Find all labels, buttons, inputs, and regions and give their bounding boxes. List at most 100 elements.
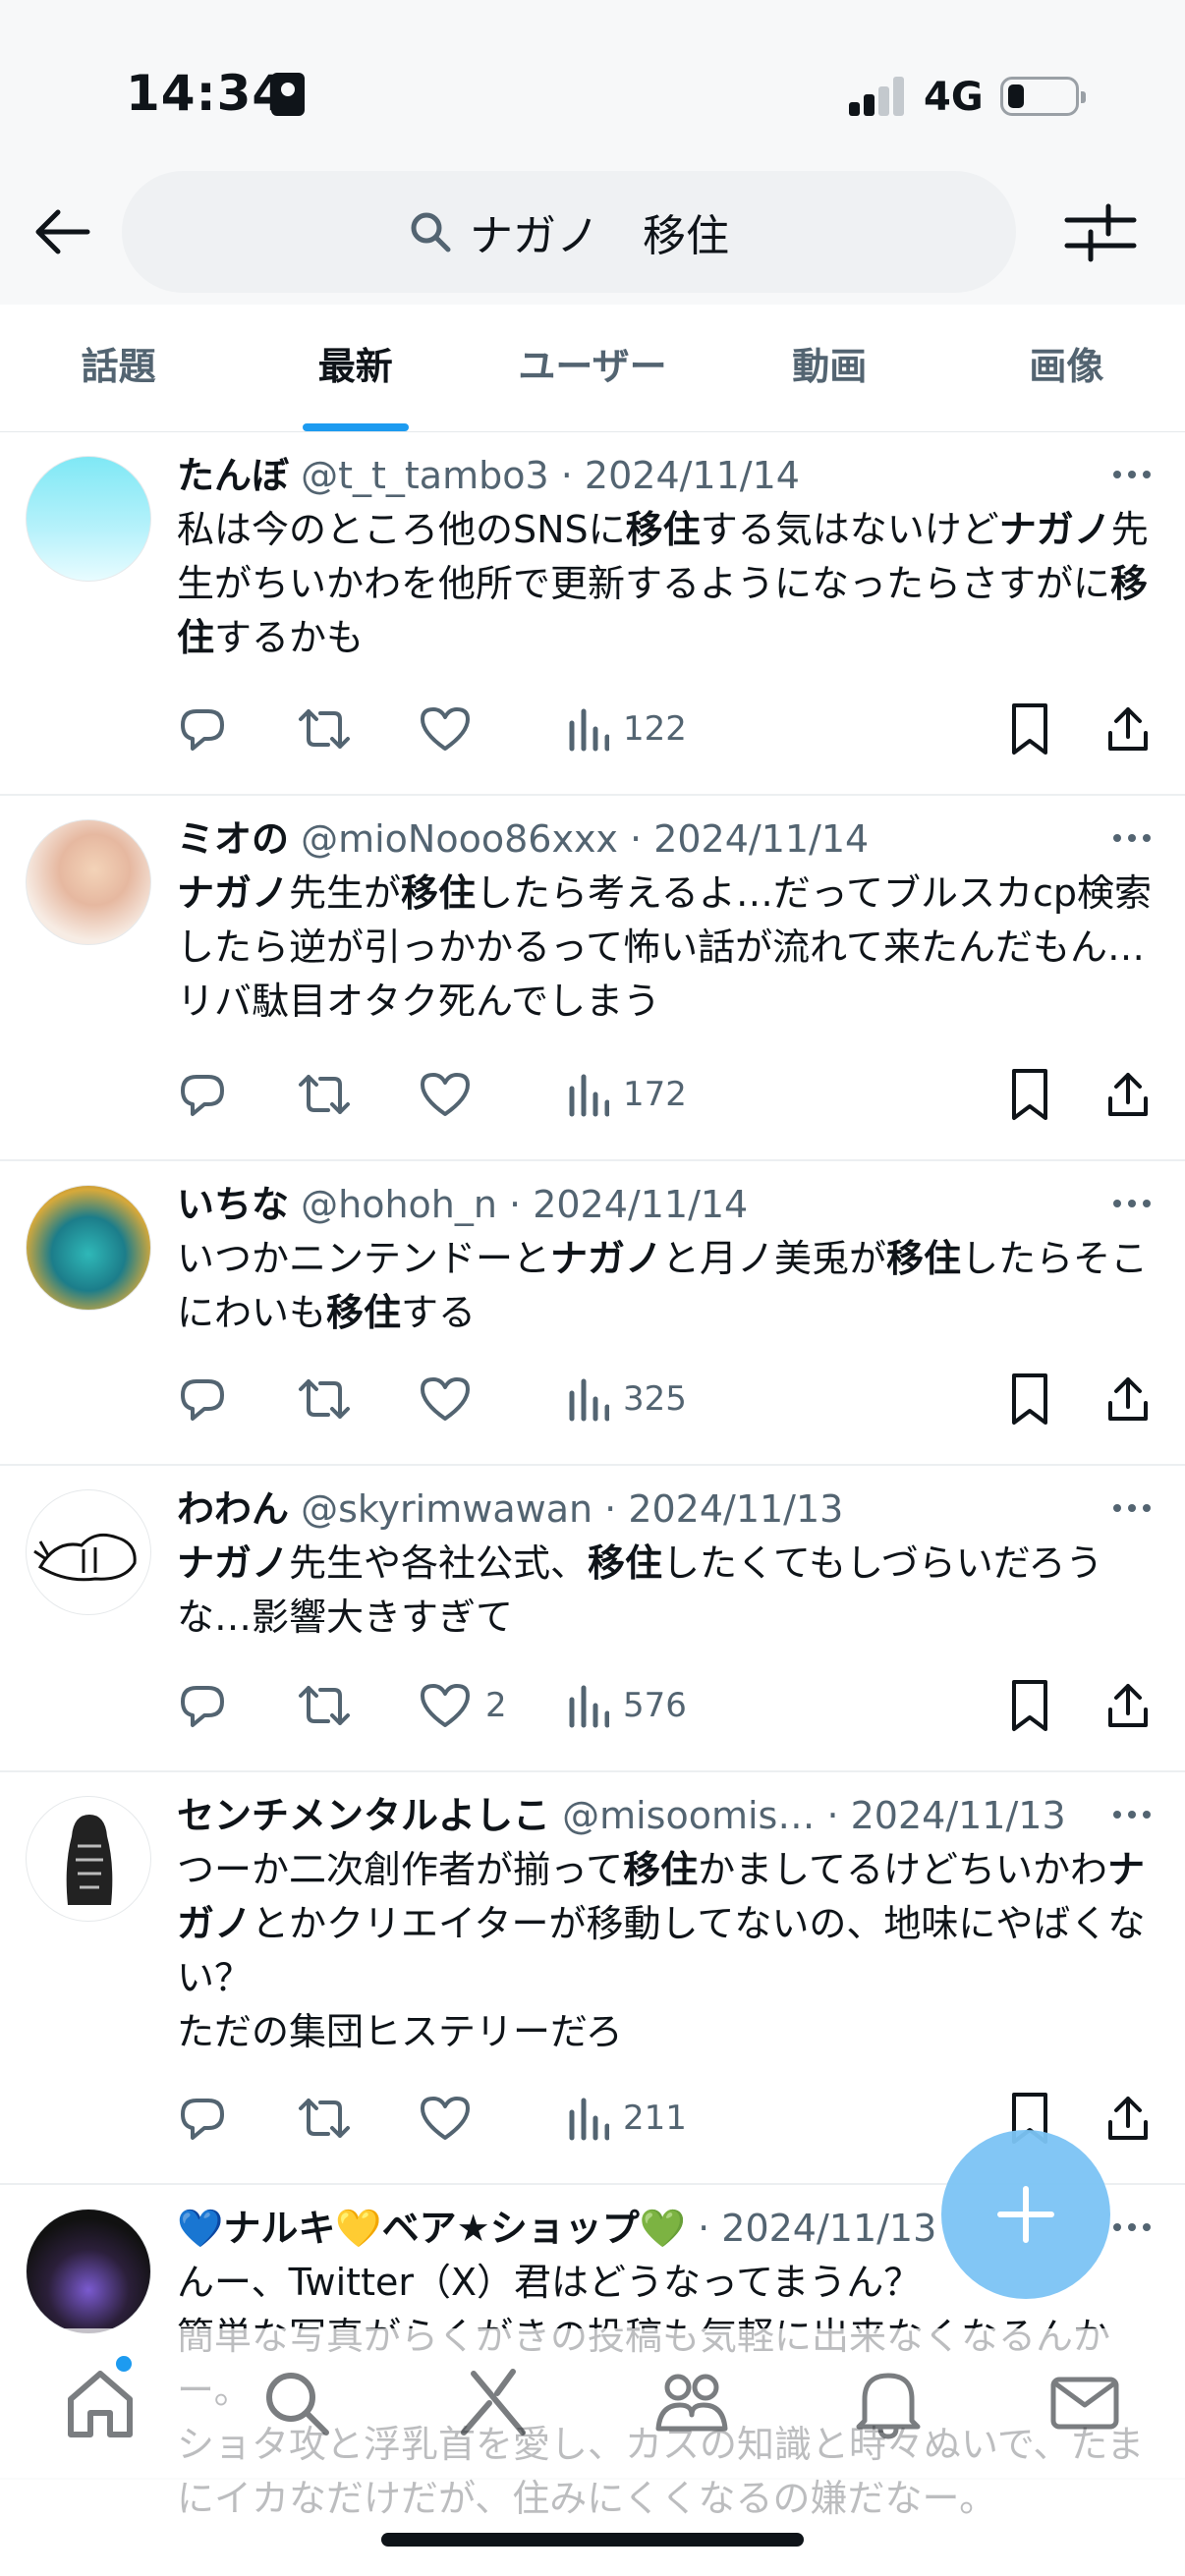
tweet-date: 2024/11/13 [850,1794,1066,1837]
reply-button[interactable] [177,2089,228,2148]
tweet-display-name[interactable]: わわん [177,1487,289,1531]
tweet-display-name[interactable]: たんぼ [177,454,289,497]
nav-grok[interactable] [454,2364,533,2442]
retweet-button[interactable] [297,1676,352,1735]
tweet-date: 2024/11/14 [653,817,870,861]
views-button[interactable]: 576 [566,1676,687,1735]
tweet-handle[interactable]: @skyrimwawan [301,1487,592,1531]
view-count: 172 [623,1075,687,1114]
more-options-button[interactable] [1112,1503,1152,1513]
tweet-display-name[interactable]: ミオの [177,817,289,861]
avatar-mio[interactable] [26,819,151,945]
dinosaur-drawing-icon [33,1533,137,1582]
views-button[interactable]: 325 [566,1370,687,1428]
avatar-wawan[interactable] [26,1489,151,1615]
back-button[interactable] [28,196,98,267]
tweet-text-segment: いつかニンテンドーと [177,1237,551,1280]
avatar-ichina[interactable] [26,1185,151,1311]
more-options-button[interactable] [1112,470,1152,479]
reply-button[interactable] [177,700,228,758]
views-button[interactable]: 122 [566,700,687,758]
like-button[interactable] [419,1370,485,1428]
tweet-handle[interactable]: @hohoh_n [301,1183,497,1226]
views-button[interactable]: 172 [566,1065,687,1124]
more-options-button[interactable] [1112,1810,1152,1820]
retweet-button[interactable] [297,2089,352,2148]
tab-images[interactable]: 画像 [948,305,1185,431]
like-button[interactable] [419,2089,485,2148]
tab-videos[interactable]: 動画 [711,305,948,431]
nav-messages[interactable] [1045,2364,1124,2442]
retweet-icon [297,1680,352,1731]
nav-notifications[interactable] [849,2364,928,2442]
retweet-button[interactable] [297,1065,352,1124]
tweet-handle[interactable]: @t_t_tambo3 [301,454,549,497]
tweet-handle[interactable]: @mioNooo86xxx [301,817,618,861]
tweet-actions: 2 576 [177,1676,1157,1735]
search-query: ナガノ 移住 [470,211,729,261]
retweet-button[interactable] [297,1370,352,1428]
back-arrow-icon [35,209,90,254]
nav-search[interactable] [257,2364,336,2442]
filter-button[interactable] [1063,200,1138,265]
network-type: 4G [924,75,984,120]
avatar-naruki[interactable] [26,2209,151,2334]
like-button[interactable]: 2 [419,1676,507,1735]
tweet-display-name[interactable]: センチメンタルよしこ [177,1794,550,1837]
status-time: 14:34 [126,65,288,122]
tweet-meta: センチメンタルよしこ @misoomis… · 2024/11/13 [177,1794,1066,1837]
tweet[interactable]: わわん @skyrimwawan · 2024/11/13 ナガノ先生や各社公式… [0,1466,1185,1772]
share-button[interactable] [1104,1065,1152,1124]
reply-button[interactable] [177,1370,228,1428]
tweet-text: ナガノ先生が移住したら考えるよ…だってブルスカcp検索したら逆が引っかかるって怖… [177,867,1156,1029]
tweet-meta: たんぼ @t_t_tambo3 · 2024/11/14 [177,454,800,497]
views-button[interactable]: 211 [566,2089,687,2148]
reply-button[interactable] [177,1676,228,1735]
bookmark-icon [1008,1067,1051,1122]
search-input[interactable]: ナガノ 移住 [122,171,1016,293]
tweet[interactable]: たんぼ @t_t_tambo3 · 2024/11/14 私は今のところ他のSN… [0,432,1185,796]
share-button[interactable] [1104,700,1152,758]
tweet[interactable]: いちな @hohoh_n · 2024/11/14 いつかニンテンドーとナガノと… [0,1161,1185,1466]
tab-trending[interactable]: 話題 [0,305,237,431]
views-icon [566,1373,609,1425]
compose-button[interactable] [941,2130,1110,2299]
tab-latest[interactable]: 最新 [237,305,474,431]
like-icon [419,2093,472,2144]
search-header: ナガノ 移住 [0,167,1185,305]
share-button[interactable] [1104,1370,1152,1428]
tweet-date: 2024/11/13 [628,1487,844,1531]
like-button[interactable] [419,1065,485,1124]
bookmark-button[interactable] [1008,1370,1051,1428]
nav-home[interactable] [61,2364,140,2442]
views-icon [566,703,609,755]
home-icon [68,2371,133,2437]
more-options-button[interactable] [1112,833,1152,843]
tweet-text-segment: 先生が [289,871,402,915]
reply-icon [177,1069,228,1120]
more-options-button[interactable] [1112,2222,1152,2232]
retweet-icon [297,1069,352,1120]
tab-users[interactable]: ユーザー [474,305,710,431]
bookmark-icon [1008,1678,1051,1733]
nav-communities[interactable] [652,2364,731,2442]
bookmark-button[interactable] [1008,1676,1051,1735]
bookmark-button[interactable] [1008,700,1051,758]
tweet-display-name[interactable]: 💙ナルキ💛ベア★ショップ💚 [177,2207,686,2250]
reply-icon [177,1373,228,1425]
tweet[interactable]: ミオの @mioNooo86xxx · 2024/11/14 ナガノ先生が移住し… [0,796,1185,1161]
share-button[interactable] [1104,1676,1152,1735]
retweet-button[interactable] [297,700,352,758]
tweet-text: つーか二次創作者が揃って移住かましてるけどちいかわナガノとかクリエイターが移動し… [177,1843,1156,2059]
bookmark-button[interactable] [1008,1065,1051,1124]
more-options-button[interactable] [1112,1199,1152,1208]
tweet[interactable]: センチメンタルよしこ @misoomis… · 2024/11/13 つーか二次… [0,1772,1185,2185]
avatar-yoshiko[interactable] [26,1796,151,1922]
tweet-display-name[interactable]: いちな [177,1183,289,1226]
grok-icon [461,2369,526,2436]
avatar-tanbo[interactable] [26,456,151,582]
tweet-handle[interactable]: @misoomis… [562,1794,815,1837]
share-button[interactable] [1104,2089,1152,2148]
like-button[interactable] [419,700,485,758]
reply-button[interactable] [177,1065,228,1124]
